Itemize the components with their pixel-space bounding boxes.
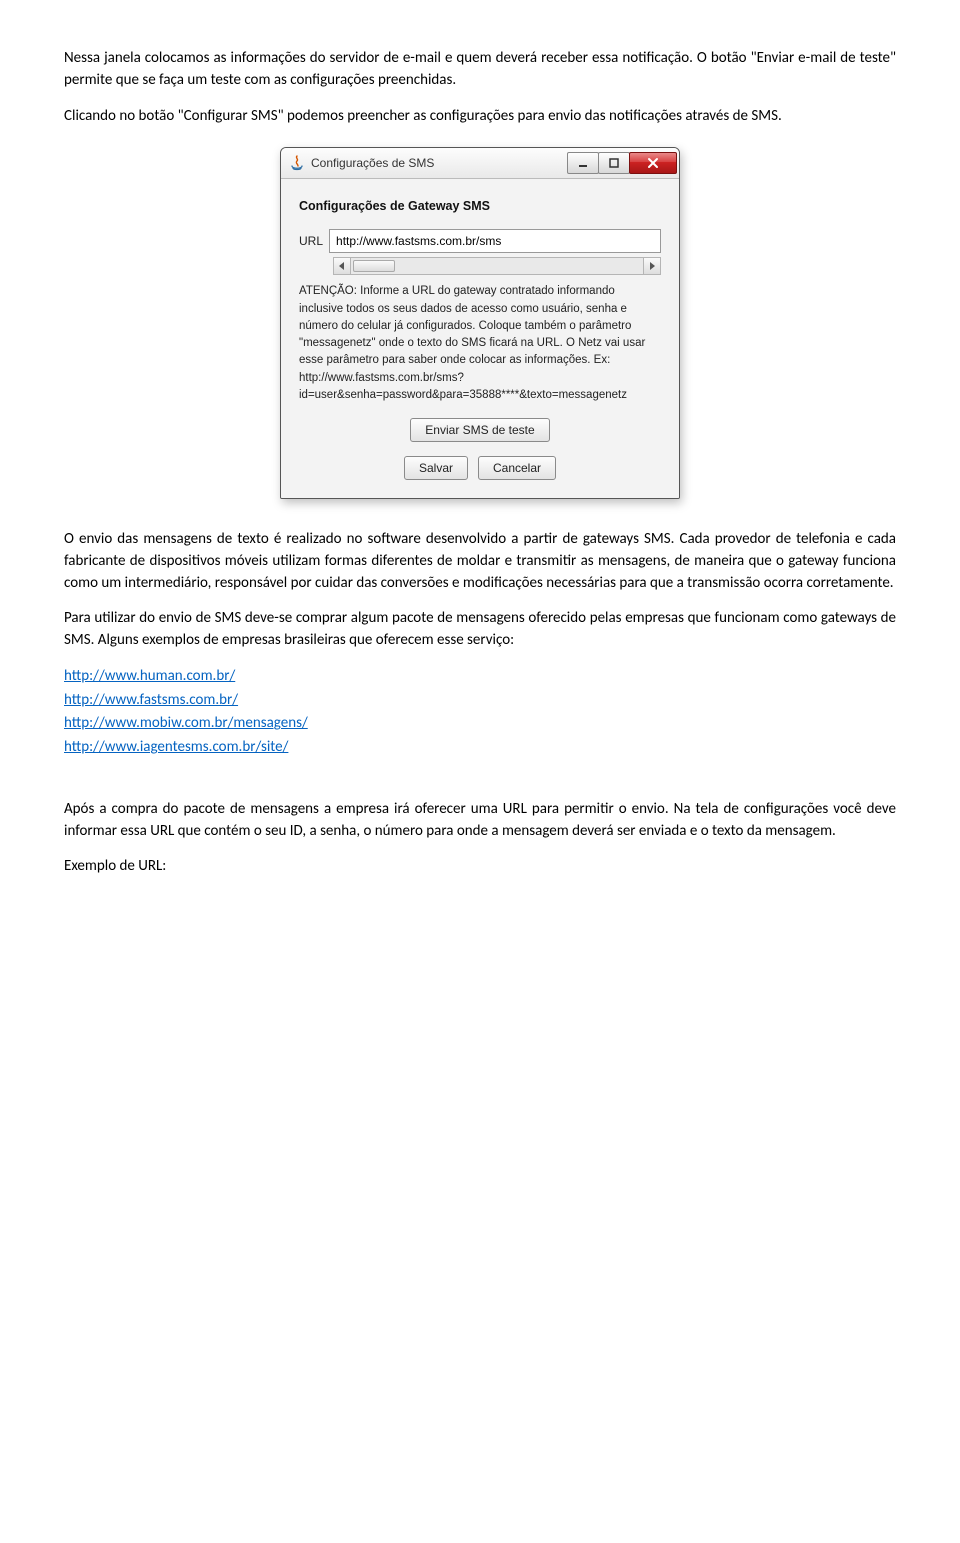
- dialog-title: Configurações de SMS: [311, 155, 562, 172]
- paragraph: O envio das mensagens de texto é realiza…: [64, 529, 896, 594]
- link-iagentesms[interactable]: http://www.iagentesms.com.br/site/: [64, 738, 288, 756]
- close-button[interactable]: [629, 152, 677, 174]
- send-test-sms-button[interactable]: Enviar SMS de teste: [410, 418, 549, 442]
- dialog-screenshot: Configurações de SMS Configurações de Ga…: [64, 147, 896, 499]
- sms-config-dialog: Configurações de SMS Configurações de Ga…: [280, 147, 680, 499]
- paragraph: Clicando no botão "Configurar SMS" podem…: [64, 106, 896, 128]
- cancel-button[interactable]: Cancelar: [478, 456, 556, 480]
- url-label: URL: [299, 233, 323, 250]
- paragraph: Após a compra do pacote de mensagens a e…: [64, 799, 896, 843]
- scroll-thumb[interactable]: [353, 260, 395, 272]
- scroll-track[interactable]: [351, 258, 643, 274]
- scroll-left-icon[interactable]: [334, 258, 351, 274]
- titlebar: Configurações de SMS: [281, 148, 679, 179]
- link-human[interactable]: http://www.human.com.br/: [64, 667, 235, 685]
- link-fastsms[interactable]: http://www.fastsms.com.br/: [64, 691, 238, 709]
- paragraph: Nessa janela colocamos as informações do…: [64, 48, 896, 92]
- window-buttons: [568, 152, 677, 174]
- paragraph: Para utilizar do envio de SMS deve-se co…: [64, 608, 896, 652]
- scroll-right-icon[interactable]: [643, 258, 660, 274]
- link-list: http://www.human.com.br/ http://www.fast…: [64, 666, 896, 759]
- paragraph: Exemplo de URL:: [64, 856, 896, 878]
- url-input[interactable]: [329, 229, 661, 253]
- maximize-button[interactable]: [598, 152, 630, 174]
- warning-text: ATENÇÃO: Informe a URL do gateway contra…: [299, 283, 661, 404]
- link-mobiw[interactable]: http://www.mobiw.com.br/mensagens/: [64, 714, 308, 732]
- horizontal-scrollbar[interactable]: [333, 257, 661, 275]
- dialog-body: Configurações de Gateway SMS URL ATENÇÃO…: [281, 179, 679, 498]
- save-button[interactable]: Salvar: [404, 456, 468, 480]
- dialog-heading: Configurações de Gateway SMS: [299, 197, 661, 215]
- java-icon: [289, 155, 305, 171]
- minimize-button[interactable]: [567, 152, 599, 174]
